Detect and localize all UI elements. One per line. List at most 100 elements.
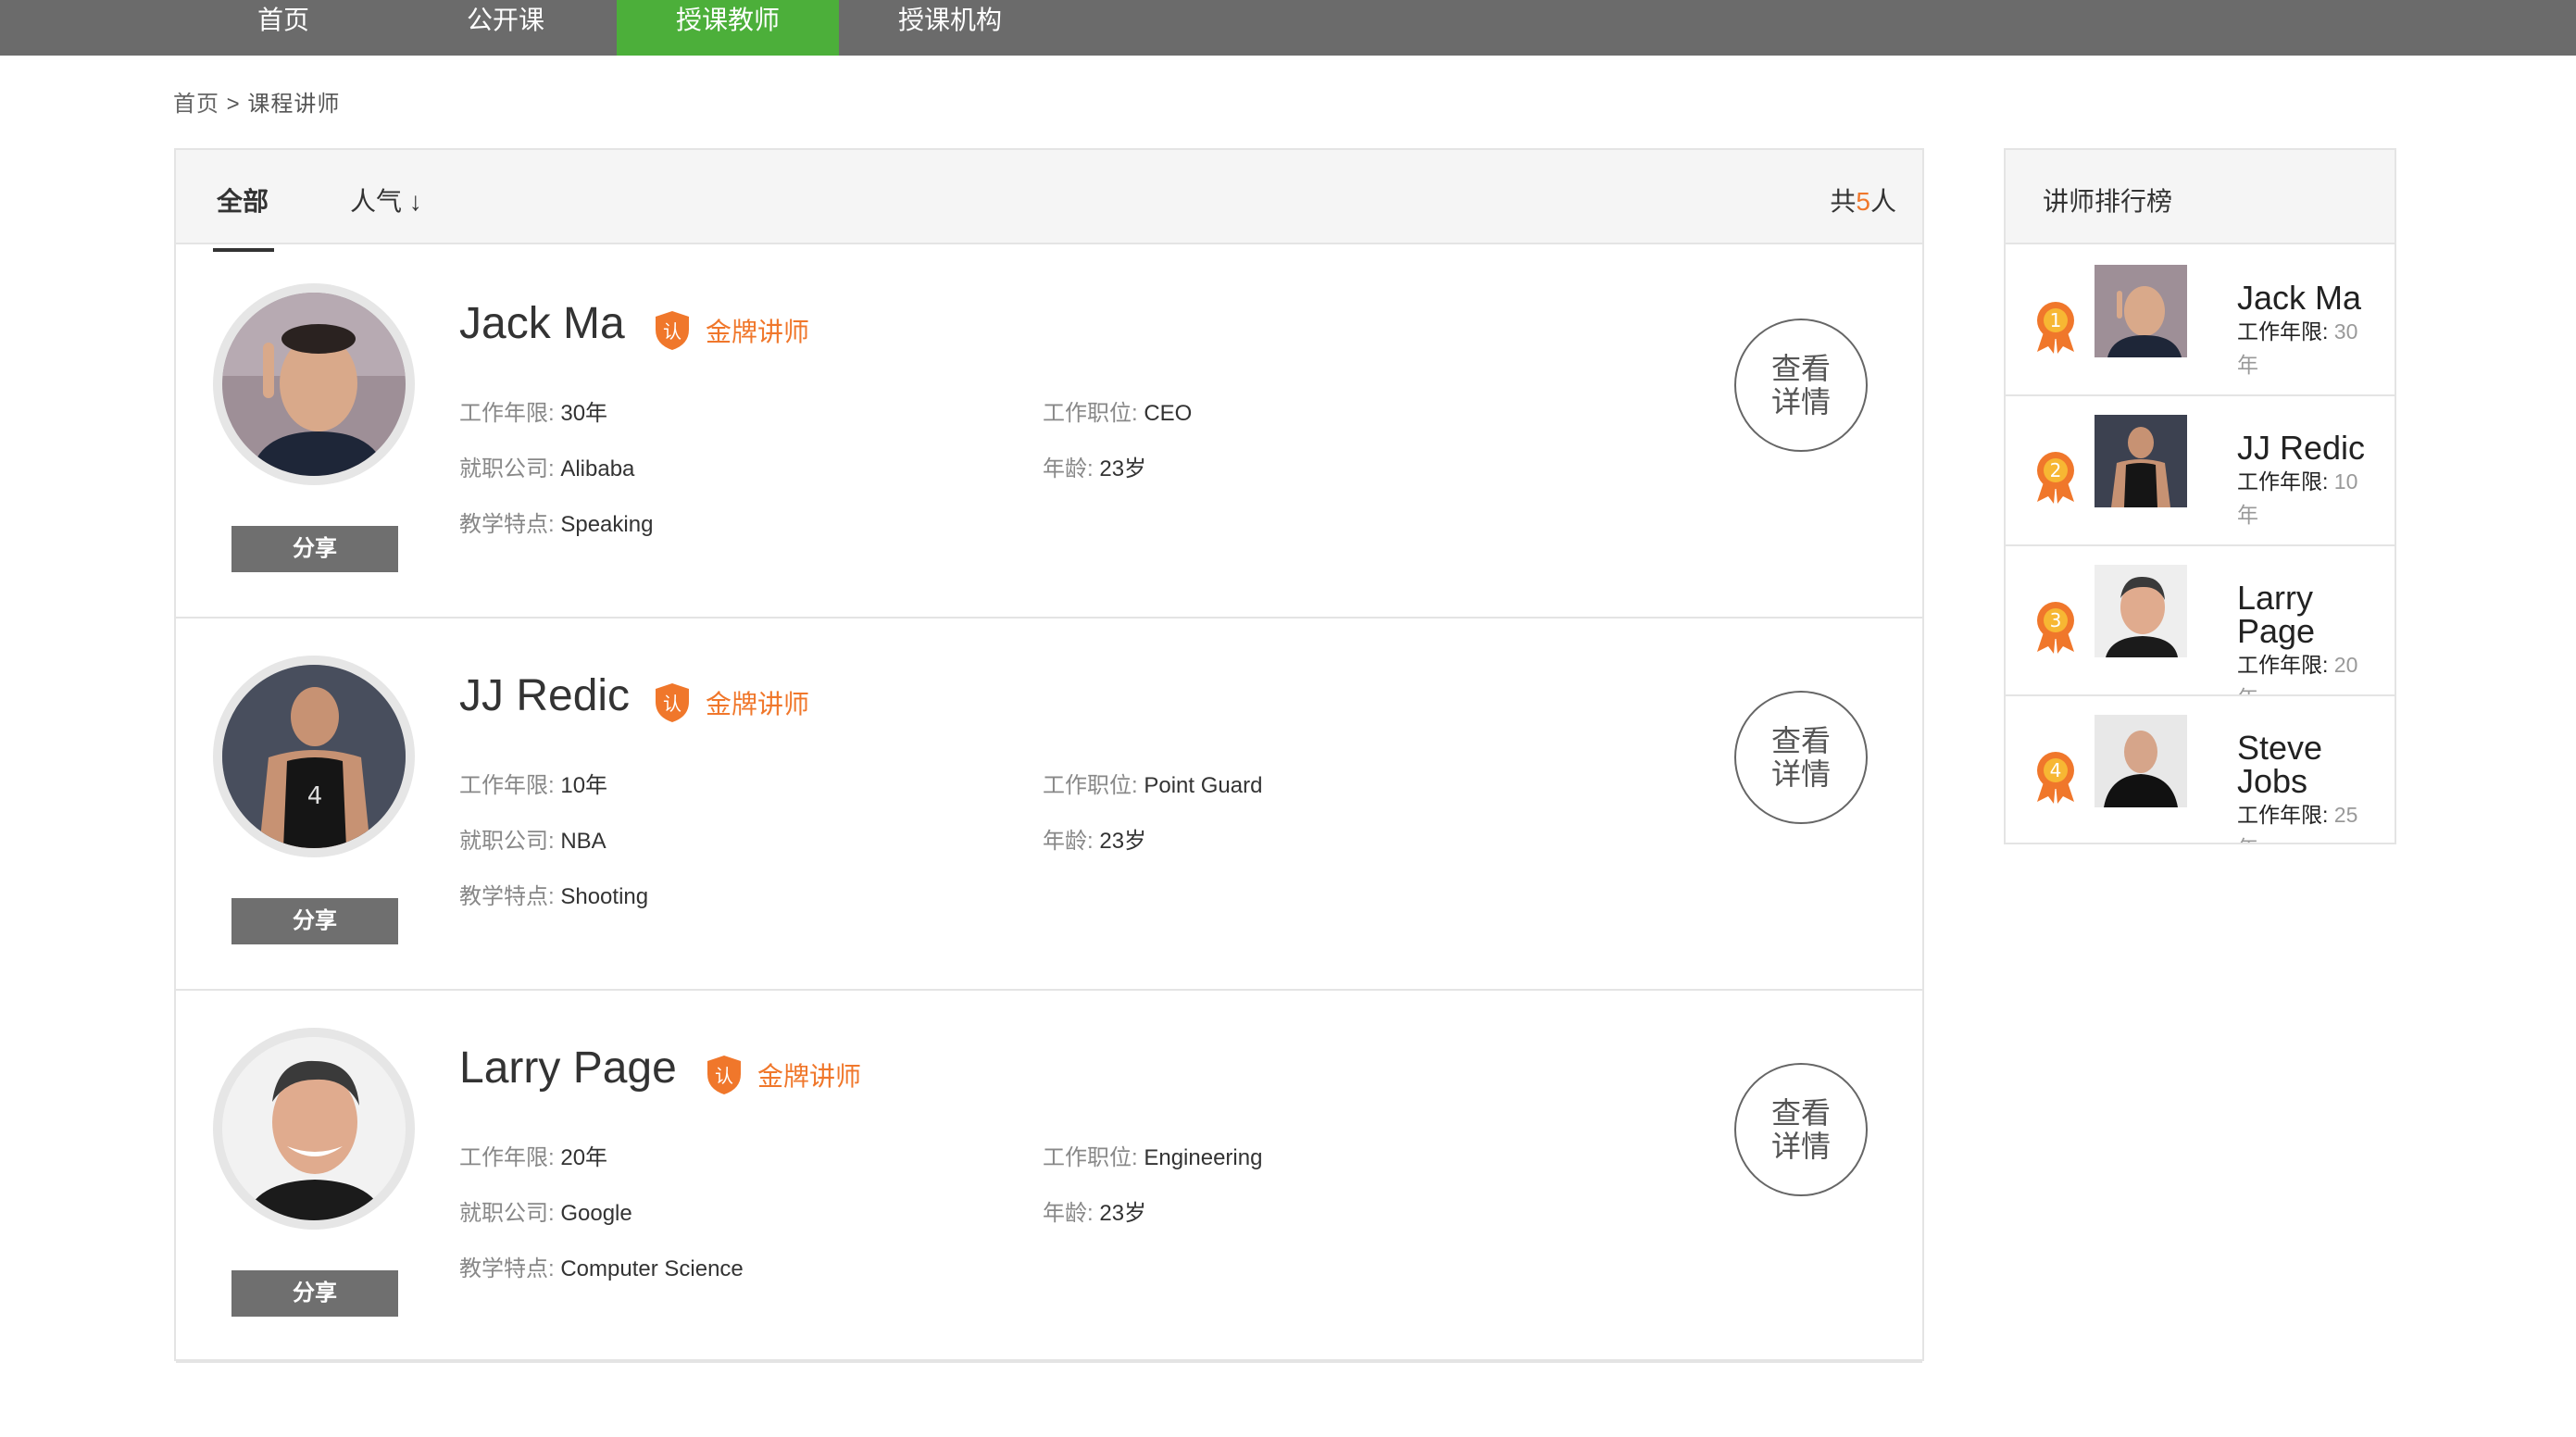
ranking-years-label: 工作年限: <box>2237 469 2329 494</box>
feature-value: Computer Science <box>560 1256 744 1281</box>
ranking-item[interactable]: 4 Steve Jobs 工作年限: 25 年 <box>2006 696 2395 843</box>
company-value: Alibaba <box>560 456 635 481</box>
teacher-list-panel: 全部 人气 ↓ 共5人 分享 Jack Ma 认 金牌讲师 工作年限: 30年 … <box>174 148 1924 1363</box>
rank-number: 3 <box>2050 609 2062 631</box>
nav-item-institutions[interactable]: 授课机构 <box>839 0 1061 56</box>
badge-label: 金牌讲师 <box>757 1062 862 1091</box>
feature-label: 教学特点: <box>459 884 555 909</box>
filter-bar: 全部 人气 ↓ 共5人 <box>176 150 1922 252</box>
ranking-photo <box>2095 265 2187 357</box>
tab-all[interactable]: 全部 <box>212 181 275 252</box>
share-button[interactable]: 分享 <box>231 898 398 944</box>
age-label: 年龄: <box>1043 1201 1094 1226</box>
age-field: 年龄: 23岁 <box>1043 1194 1146 1227</box>
age-field: 年龄: 23岁 <box>1043 450 1146 482</box>
rank-number: 1 <box>2050 309 2062 331</box>
teacher-name[interactable]: JJ Redic <box>459 670 630 721</box>
ranking-item[interactable]: 3 Larry Page 工作年限: 20 年 <box>2006 546 2395 696</box>
nav-item-home[interactable]: 首页 <box>172 0 394 56</box>
ranking-years-value: 25 <box>2333 803 2358 827</box>
avatar[interactable] <box>213 283 415 485</box>
years-value: 30年 <box>560 401 608 426</box>
view-details-button[interactable]: 查看 详情 <box>1734 319 1868 452</box>
teacher-name[interactable]: Larry Page <box>459 1043 677 1093</box>
share-button[interactable]: 分享 <box>231 526 398 572</box>
ranking-years-unit: 年 <box>2237 836 2258 843</box>
years-label: 工作年限: <box>459 1145 555 1170</box>
rank-number: 2 <box>2050 459 2062 481</box>
teacher-ranking-panel: 讲师排行榜 1 Jack Ma 工作年限: 30年 2 JJ Redic 工作年… <box>2004 148 2396 844</box>
ranking-item[interactable]: 1 Jack Ma 工作年限: 30 年 <box>2006 246 2395 396</box>
age-label: 年龄: <box>1043 829 1094 854</box>
years-field: 工作年限: 30年 <box>459 394 607 427</box>
gold-teacher-badge: 认 金牌讲师 <box>704 1054 861 1096</box>
rank-medal-icon: 4 <box>2037 752 2074 804</box>
ranking-name: Steve Jobs <box>2237 729 2323 800</box>
position-label: 工作职位: <box>1043 1145 1138 1170</box>
position-label: 工作职位: <box>1043 401 1138 426</box>
rank-number: 4 <box>2050 759 2062 781</box>
age-label: 年龄: <box>1043 456 1094 481</box>
company-field: 就职公司: NBA <box>459 822 606 855</box>
ranking-years: 工作年限: 30 年 <box>2237 315 2376 381</box>
certified-shield-icon: 认 <box>656 683 689 722</box>
age-field: 年龄: 23岁 <box>1043 822 1146 855</box>
teacher-card: 4 分享 JJ Redic 认 金牌讲师 工作年限: 10年 工作职位: Poi… <box>176 619 1922 991</box>
company-field: 就职公司: Alibaba <box>459 450 634 482</box>
svg-text:4: 4 <box>307 782 323 810</box>
ranking-name: JJ Redic <box>2237 429 2366 467</box>
total-suffix: 人 <box>1869 187 1896 216</box>
teacher-photo: 4 <box>222 665 406 848</box>
years-field: 工作年限: 20年 <box>459 1139 607 1171</box>
company-label: 就职公司: <box>459 1201 555 1226</box>
position-field: 工作职位: Engineering <box>1043 1139 1262 1171</box>
avatar[interactable]: 4 <box>213 656 415 857</box>
nav-item-teachers[interactable]: 授课教师 <box>617 0 839 56</box>
ranking-photo <box>2095 715 2187 807</box>
certified-shield-icon: 认 <box>707 1056 741 1094</box>
feature-field: 教学特点: Speaking <box>459 506 653 538</box>
page: 首页 公开课 授课教师 授课机构 首页 > 课程讲师 全部 人气 ↓ 共5人 分… <box>0 0 2576 1437</box>
shield-icon-char: 认 <box>715 1065 733 1087</box>
ranking-photo <box>2095 565 2187 657</box>
rank-medal-icon: 3 <box>2037 602 2074 654</box>
position-field: 工作职位: CEO <box>1043 394 1192 427</box>
years-field: 工作年限: 10年 <box>459 767 607 799</box>
ranking-years-value: 10 <box>2333 469 2358 494</box>
position-field: 工作职位: Point Guard <box>1043 767 1262 799</box>
company-label: 就职公司: <box>459 456 555 481</box>
ranking-photo <box>2095 415 2187 507</box>
position-label: 工作职位: <box>1043 773 1138 798</box>
breadcrumb: 首页 > 课程讲师 <box>173 85 340 118</box>
view-details-button[interactable]: 查看 详情 <box>1734 691 1868 824</box>
years-label: 工作年限: <box>459 773 555 798</box>
position-value: CEO <box>1144 401 1193 426</box>
ranking-years-label: 工作年限: <box>2237 319 2329 344</box>
top-nav: 首页 公开课 授课教师 授课机构 <box>0 0 2576 56</box>
breadcrumb-current: 课程讲师 <box>247 92 341 117</box>
gold-teacher-badge: 认 金牌讲师 <box>652 681 809 724</box>
company-value: NBA <box>560 829 606 854</box>
age-value: 23岁 <box>1099 1201 1147 1226</box>
rank-medal-icon: 1 <box>2037 302 2074 354</box>
share-button[interactable]: 分享 <box>231 1270 398 1317</box>
avatar[interactable] <box>213 1028 415 1230</box>
ranking-years-unit: 年 <box>2237 686 2258 694</box>
view-details-button[interactable]: 查看 详情 <box>1734 1063 1868 1196</box>
age-value: 23岁 <box>1099 829 1147 854</box>
teacher-name[interactable]: Jack Ma <box>459 298 625 349</box>
teacher-card: 分享 Jack Ma 认 金牌讲师 工作年限: 30年 工作职位: CEO 就职… <box>176 246 1922 619</box>
years-value: 10年 <box>560 773 608 798</box>
feature-field: 教学特点: Shooting <box>459 878 648 910</box>
years-label: 工作年限: <box>459 401 555 426</box>
breadcrumb-home-link[interactable]: 首页 <box>173 92 219 117</box>
badge-label: 金牌讲师 <box>706 318 810 346</box>
ranking-item[interactable]: 2 JJ Redic 工作年限: 10 年 <box>2006 396 2395 546</box>
gold-teacher-badge: 认 金牌讲师 <box>652 309 809 352</box>
company-field: 就职公司: Google <box>459 1194 632 1227</box>
years-value: 20年 <box>560 1145 608 1170</box>
ranking-years-label: 工作年限: <box>2237 653 2329 677</box>
tab-popularity-sort[interactable]: 人气 ↓ <box>350 181 422 219</box>
ranking-name: Larry Page <box>2237 579 2316 650</box>
nav-item-open-courses[interactable]: 公开课 <box>394 0 617 56</box>
